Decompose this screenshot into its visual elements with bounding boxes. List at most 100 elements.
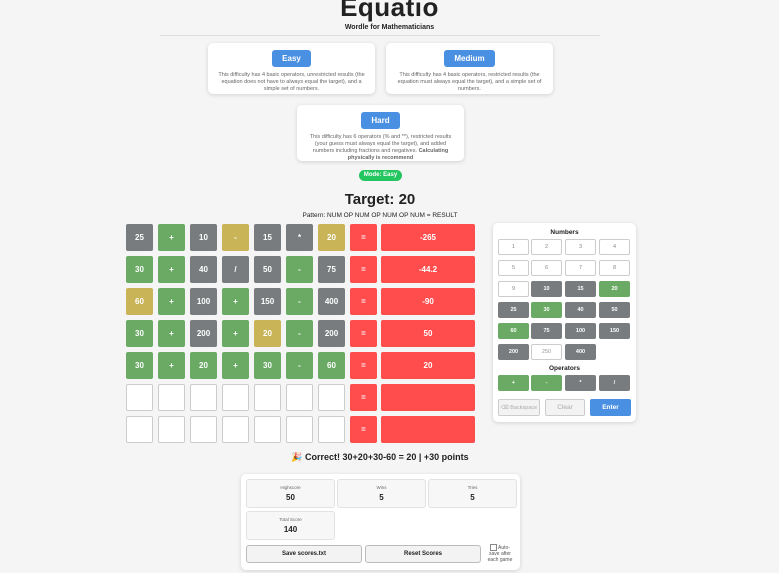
operator-key[interactable]: * <box>565 375 596 391</box>
backspace-button[interactable]: ⌫ Backspace <box>498 399 540 416</box>
medium-description: This difficulty has 4 basic operators, r… <box>397 72 542 92</box>
result-tile: -44.2 <box>381 256 475 283</box>
board-tile: 400 <box>318 288 345 315</box>
number-key[interactable]: 1 <box>498 239 529 255</box>
highscore-value: 50 <box>286 493 295 502</box>
target-heading: Target: 20 <box>344 191 416 208</box>
board-tile: 150 <box>254 288 281 315</box>
board-tile: 30 <box>254 352 281 379</box>
board-tile <box>158 384 185 411</box>
hard-button[interactable]: Hard <box>361 112 400 129</box>
equals-tile: = <box>350 416 377 443</box>
hard-description: This difficulty has 6 operators (% and *… <box>305 134 456 162</box>
number-key[interactable]: 50 <box>599 302 630 318</box>
number-key[interactable]: 75 <box>531 323 562 339</box>
result-tile: -265 <box>381 224 475 251</box>
board-tile <box>126 416 153 443</box>
operator-key[interactable]: + <box>498 375 529 391</box>
tries-label: Tries <box>467 485 478 490</box>
numbers-title: Numbers <box>550 229 579 236</box>
board-tile <box>222 384 249 411</box>
board-tile: 10 <box>190 224 217 251</box>
result-tile <box>381 416 475 443</box>
equals-tile: = <box>350 224 377 251</box>
board-tile: 20 <box>254 320 281 347</box>
enter-button[interactable]: Enter <box>590 399 631 416</box>
easy-card: Easy This difficulty has 4 basic operato… <box>208 43 375 94</box>
board-tile: + <box>222 288 249 315</box>
app-title: Equatio <box>340 0 439 22</box>
number-key[interactable]: 7 <box>565 260 596 276</box>
board-tile: 75 <box>318 256 345 283</box>
app-subtitle: Wordle for Mathematicians <box>344 24 435 31</box>
number-key[interactable]: 15 <box>565 281 596 297</box>
number-key[interactable]: 400 <box>565 344 596 360</box>
highscore-stat: Highscore 50 <box>246 479 335 508</box>
board-tile <box>158 416 185 443</box>
easy-button[interactable]: Easy <box>272 50 311 67</box>
number-key[interactable]: 20 <box>599 281 630 297</box>
board-tile: + <box>158 224 185 251</box>
pattern-text: Pattern: NUM OP NUM OP NUM OP NUM = RESU… <box>302 212 458 219</box>
mode-badge: Mode: Easy <box>359 170 402 181</box>
board-tile: - <box>286 256 313 283</box>
number-key[interactable]: 40 <box>565 302 596 318</box>
result-tile: 20 <box>381 352 475 379</box>
number-key[interactable]: 8 <box>599 260 630 276</box>
number-key[interactable]: 60 <box>498 323 529 339</box>
total-score-label: Total Score <box>279 517 302 522</box>
save-scores-button[interactable]: Save scores.txt <box>246 545 362 563</box>
board-tile: + <box>158 256 185 283</box>
board-tile: 30 <box>126 256 153 283</box>
number-key[interactable]: 200 <box>498 344 529 360</box>
board-tile <box>190 416 217 443</box>
board-tile: 200 <box>190 320 217 347</box>
board-tile: 200 <box>318 320 345 347</box>
number-key[interactable]: 150 <box>599 323 630 339</box>
tries-value: 5 <box>470 493 475 502</box>
board-tile <box>286 416 313 443</box>
total-score-stat: Total Score 140 <box>246 511 335 540</box>
board-tile: + <box>222 320 249 347</box>
number-key[interactable]: 2 <box>531 239 562 255</box>
result-tile: -90 <box>381 288 475 315</box>
board-tile: - <box>286 320 313 347</box>
number-key[interactable]: 9 <box>498 281 529 297</box>
number-key[interactable]: 6 <box>531 260 562 276</box>
operator-key[interactable]: / <box>599 375 630 391</box>
board-tile: + <box>158 288 185 315</box>
number-key[interactable]: 4 <box>599 239 630 255</box>
wins-stat: Wins 5 <box>337 479 426 508</box>
board-tile: - <box>286 352 313 379</box>
board-tile: + <box>158 320 185 347</box>
reset-scores-button[interactable]: Reset Scores <box>365 545 481 563</box>
board-tile: 30 <box>126 320 153 347</box>
board-tile: 60 <box>126 288 153 315</box>
board-tile: + <box>158 352 185 379</box>
number-key[interactable]: 25 <box>498 302 529 318</box>
board-tile: 100 <box>190 288 217 315</box>
board-tile <box>318 416 345 443</box>
board-tile: 30 <box>126 352 153 379</box>
board-tile: 20 <box>318 224 345 251</box>
number-key[interactable]: 250 <box>531 344 562 360</box>
result-tile <box>381 384 475 411</box>
board-tile: + <box>222 352 249 379</box>
operator-key[interactable]: - <box>531 375 562 391</box>
clear-button[interactable]: Clear <box>545 399 585 416</box>
board-tile: 60 <box>318 352 345 379</box>
equals-tile: = <box>350 256 377 283</box>
number-key[interactable]: 10 <box>531 281 562 297</box>
autosave-checkbox[interactable] <box>490 544 498 551</box>
board-tile: 25 <box>126 224 153 251</box>
number-key[interactable]: 100 <box>565 323 596 339</box>
board-tile: / <box>222 256 249 283</box>
medium-card: Medium This difficulty has 4 basic opera… <box>386 43 553 94</box>
number-key[interactable]: 30 <box>531 302 562 318</box>
number-key[interactable]: 3 <box>565 239 596 255</box>
header-divider <box>160 35 600 36</box>
autosave-option[interactable]: Auto-save after each game <box>485 544 515 563</box>
board-tile <box>254 416 281 443</box>
number-key[interactable]: 5 <box>498 260 529 276</box>
medium-button[interactable]: Medium <box>444 50 495 67</box>
